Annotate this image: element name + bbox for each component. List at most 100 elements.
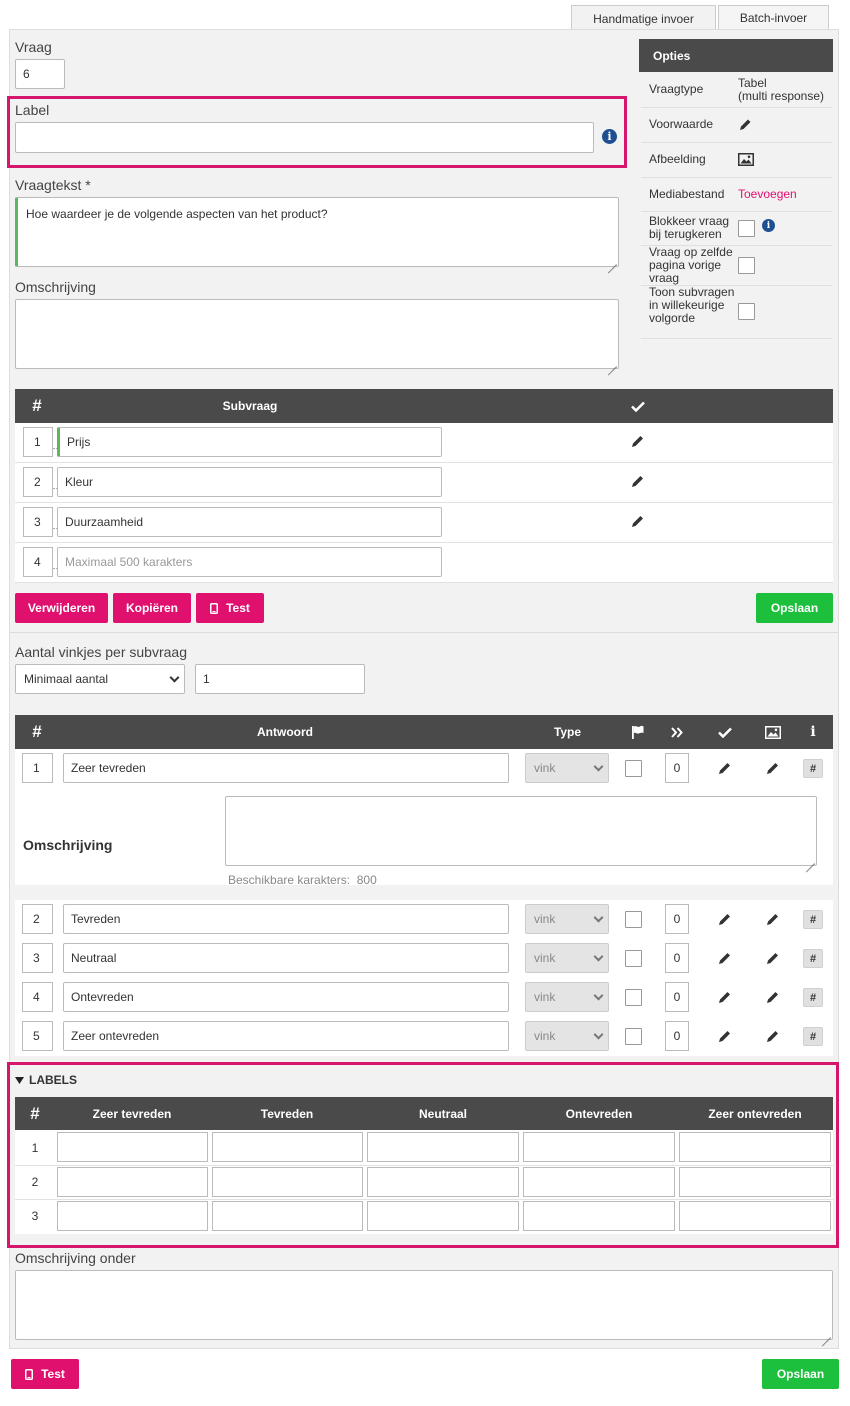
hash-button[interactable]: # [803, 1027, 823, 1046]
hash-header: # [30, 1103, 40, 1123]
pencil-icon[interactable] [718, 761, 732, 775]
answer-type-select[interactable]: vink [525, 1021, 609, 1051]
subquestion-number[interactable]: 3 [23, 507, 53, 537]
image-icon[interactable] [738, 153, 754, 166]
answer-number[interactable]: 3 [22, 943, 53, 973]
hash-button[interactable]: # [803, 910, 823, 929]
label-cell-input[interactable] [367, 1167, 519, 1197]
pencil-icon[interactable] [718, 1029, 732, 1043]
subquestion-number[interactable]: 1 [23, 427, 53, 457]
answer-description-textarea[interactable] [225, 796, 817, 866]
label-cell-input[interactable] [679, 1167, 831, 1197]
block-question-checkbox[interactable] [738, 220, 755, 237]
checks-count-input[interactable]: 1 [195, 664, 365, 694]
labels-column-header: Neutraal [418, 1106, 468, 1121]
image-icon [764, 715, 782, 749]
delete-button[interactable]: Verwijderen [15, 593, 108, 623]
subquestion-number[interactable]: 2 [23, 467, 53, 497]
copy-button[interactable]: Kopiëren [113, 593, 191, 623]
label-cell-input[interactable] [679, 1132, 831, 1162]
subquestion-input[interactable]: Prijs [57, 427, 442, 457]
answer-input[interactable]: Zeer tevreden [63, 753, 509, 783]
pencil-icon[interactable] [718, 912, 732, 926]
label-cell-input[interactable] [212, 1201, 363, 1231]
subquestion-input[interactable]: Kleur [57, 467, 442, 497]
answer-number[interactable]: 4 [22, 982, 53, 1012]
answer-input[interactable]: Zeer ontevreden [63, 1021, 509, 1051]
label-cell-input[interactable] [57, 1167, 208, 1197]
same-page-checkbox[interactable] [738, 257, 755, 274]
resize-handle-icon[interactable] [608, 256, 617, 265]
random-order-checkbox[interactable] [738, 303, 755, 320]
answer-score[interactable]: 0 [665, 753, 689, 783]
label-cell-input[interactable] [367, 1201, 519, 1231]
answer-flag-checkbox[interactable] [625, 989, 642, 1006]
answer-input[interactable]: Ontevreden [63, 982, 509, 1012]
pencil-icon[interactable] [766, 912, 780, 926]
question-text-textarea[interactable]: Hoe waardeer je de volgende aspecten van… [15, 197, 619, 267]
answer-score[interactable]: 0 [665, 1021, 689, 1051]
answer-flag-checkbox[interactable] [625, 950, 642, 967]
bottom-test-button[interactable]: Test [11, 1359, 79, 1389]
tab-handmatige-invoer[interactable]: Handmatige invoer [571, 5, 716, 31]
label-cell-input[interactable] [523, 1201, 675, 1231]
answer-type-select[interactable]: vink [525, 904, 609, 934]
answer-input[interactable]: Neutraal [63, 943, 509, 973]
label-cell-input[interactable] [57, 1201, 208, 1231]
pencil-icon[interactable] [631, 514, 645, 528]
answer-flag-checkbox[interactable] [625, 1028, 642, 1045]
test-button[interactable]: Test [196, 593, 264, 623]
label-cell-input[interactable] [523, 1167, 675, 1197]
answer-number[interactable]: 2 [22, 904, 53, 934]
add-media-link[interactable]: Toevoegen [738, 188, 797, 201]
subquestion-number[interactable]: 4 [23, 547, 53, 577]
answer-number[interactable]: 1 [22, 753, 53, 783]
pencil-icon[interactable] [739, 118, 752, 131]
pencil-icon[interactable] [766, 1029, 780, 1043]
bottom-save-button[interactable]: Opslaan [762, 1359, 839, 1389]
label-cell-input[interactable] [212, 1132, 363, 1162]
answer-input[interactable]: Tevreden [63, 904, 509, 934]
pencil-icon[interactable] [631, 434, 645, 448]
hash-button[interactable]: # [803, 988, 823, 1007]
pencil-icon[interactable] [766, 990, 780, 1004]
answer-number[interactable]: 5 [22, 1021, 53, 1051]
label-input[interactable] [15, 122, 594, 153]
answer-score[interactable]: 0 [665, 982, 689, 1012]
chevron-down-icon [593, 1029, 604, 1040]
description-textarea[interactable] [15, 299, 619, 369]
info-icon[interactable]: i [762, 219, 775, 232]
checks-mode-select[interactable]: Minimaal aantal [15, 664, 185, 694]
answer-type-select[interactable]: vink [525, 753, 609, 783]
answer-flag-checkbox[interactable] [625, 911, 642, 928]
answer-flag-checkbox[interactable] [625, 760, 642, 777]
label-cell-input[interactable] [523, 1132, 675, 1162]
label-cell-input[interactable] [367, 1132, 519, 1162]
tab-batch-invoer[interactable]: Batch-invoer [718, 5, 829, 30]
pencil-icon[interactable] [718, 990, 732, 1004]
answer-score[interactable]: 0 [665, 904, 689, 934]
resize-handle-icon[interactable] [822, 1329, 831, 1338]
pencil-icon[interactable] [718, 951, 732, 965]
pencil-icon[interactable] [631, 474, 645, 488]
subquestion-input[interactable]: Maximaal 500 karakters [57, 547, 442, 577]
answer-type-select[interactable]: vink [525, 982, 609, 1012]
hash-button[interactable]: # [803, 949, 823, 968]
hash-header: # [32, 396, 42, 415]
label-cell-input[interactable] [212, 1167, 363, 1197]
bottom-description-textarea[interactable] [15, 1270, 833, 1340]
pencil-icon[interactable] [766, 951, 780, 965]
labels-toggle[interactable]: LABELS [15, 1073, 77, 1087]
subquestion-input[interactable]: Duurzaamheid [57, 507, 442, 537]
label-cell-input[interactable] [679, 1201, 831, 1231]
pencil-icon[interactable] [766, 761, 780, 775]
resize-handle-icon[interactable] [608, 358, 617, 367]
question-number-input[interactable]: 6 [15, 59, 65, 89]
answer-score[interactable]: 0 [665, 943, 689, 973]
answer-type-select[interactable]: vink [525, 943, 609, 973]
save-button[interactable]: Opslaan [756, 593, 833, 623]
resize-handle-icon[interactable] [806, 855, 815, 864]
info-icon[interactable]: i [602, 129, 617, 144]
hash-button[interactable]: # [803, 759, 823, 778]
label-cell-input[interactable] [57, 1132, 208, 1162]
